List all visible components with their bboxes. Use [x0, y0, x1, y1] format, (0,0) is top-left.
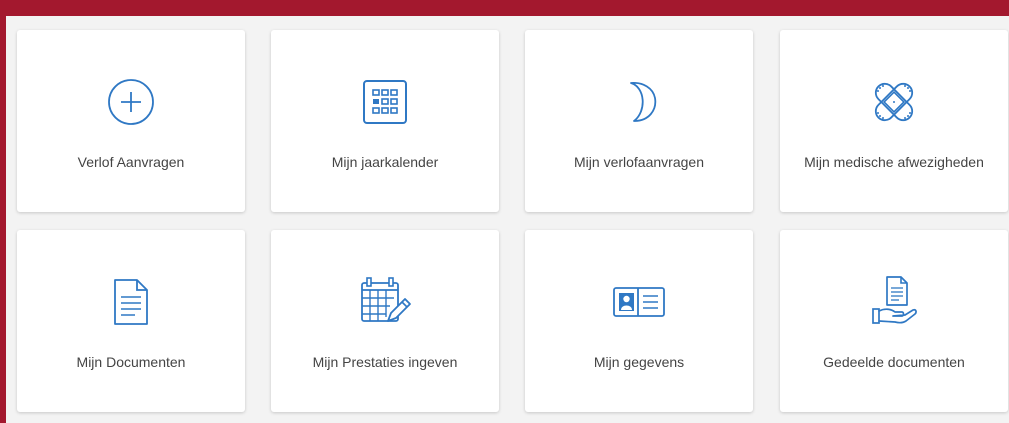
tile-mijn-prestaties-ingeven[interactable]: Mijn Prestaties ingeven: [271, 230, 499, 412]
tile-verlof-aanvragen[interactable]: Verlof Aanvragen: [17, 30, 245, 212]
shared-document-icon: [866, 274, 922, 330]
tile-mijn-verlofaanvragen[interactable]: Mijn verlofaanvragen: [525, 30, 753, 212]
tile-gedeelde-documenten[interactable]: Gedeelde documenten: [780, 230, 1008, 412]
id-card-icon: [611, 274, 667, 330]
plus-circle-icon: [103, 74, 159, 130]
moon-icon: [611, 74, 667, 130]
tile-mijn-jaarkalender[interactable]: Mijn jaarkalender: [271, 30, 499, 212]
tile-label: Gedeelde documenten: [823, 354, 965, 370]
tile-label: Mijn Documenten: [76, 354, 186, 370]
tile-label: Mijn medische afwezigheden: [804, 154, 984, 170]
calendar-edit-icon: [357, 274, 413, 330]
tile-mijn-gegevens[interactable]: Mijn gegevens: [525, 230, 753, 412]
tile-label: Mijn verlofaanvragen: [574, 154, 704, 170]
tile-label: Mijn jaarkalender: [331, 154, 439, 170]
tile-mijn-medische-afwezigheden[interactable]: Mijn medische afwezigheden: [780, 30, 1008, 212]
calendar-grid-icon: [357, 74, 413, 130]
tile-mijn-documenten[interactable]: Mijn Documenten: [17, 230, 245, 412]
tile-label: Mijn gegevens: [593, 354, 685, 370]
document-icon: [103, 274, 159, 330]
bandage-icon: [866, 74, 922, 130]
tile-label: Mijn Prestaties ingeven: [312, 354, 458, 370]
tile-label: Verlof Aanvragen: [77, 154, 185, 170]
dashboard-panel: Verlof Aanvragen Mijn jaarkalender Mijn …: [6, 16, 1009, 423]
